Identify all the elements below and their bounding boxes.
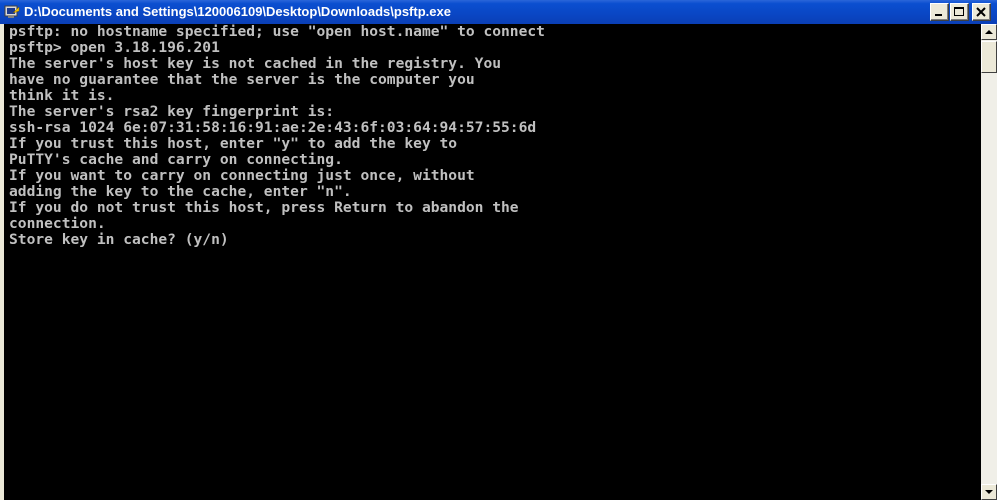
scroll-up-button[interactable] (981, 24, 997, 40)
maximize-icon (954, 7, 964, 16)
console-line: The server's rsa2 key fingerprint is: (9, 103, 335, 120)
console-app-icon[interactable] (4, 4, 20, 20)
minimize-icon (935, 14, 942, 16)
console-line: If you trust this host, enter "y" to add… (9, 135, 458, 152)
window-title: D:\Documents and Settings\120006109\Desk… (24, 4, 451, 19)
console-line: The server's host key is not cached in t… (9, 55, 502, 72)
console-line: psftp: no hostname specified; use "open … (9, 24, 545, 40)
close-icon (976, 7, 986, 17)
title-bar[interactable]: D:\Documents and Settings\120006109\Desk… (0, 0, 997, 24)
console-line: have no guarantee that the server is the… (9, 71, 475, 88)
scroll-down-button[interactable] (981, 484, 997, 500)
arrow-up-icon (985, 30, 993, 34)
console-line: If you want to carry on connecting just … (9, 167, 475, 184)
psftp-console-window: D:\Documents and Settings\120006109\Desk… (0, 0, 997, 500)
maximize-button[interactable] (950, 3, 969, 21)
arrow-down-icon (985, 490, 993, 494)
console-line: think it is. (9, 87, 115, 104)
scrollbar-thumb[interactable] (981, 41, 997, 73)
minimize-button[interactable] (930, 3, 949, 21)
console-line: psftp> open 3.18.196.201 (9, 39, 220, 56)
vertical-scrollbar[interactable] (981, 24, 997, 500)
console-line: If you do not trust this host, press Ret… (9, 199, 519, 216)
close-button[interactable] (972, 3, 991, 21)
console-line: PuTTY's cache and carry on connecting. (9, 151, 343, 168)
console-line: ssh-rsa 1024 6e:07:31:58:16:91:ae:2e:43:… (9, 119, 537, 136)
console-line: connection. (9, 215, 106, 232)
console-line: adding the key to the cache, enter "n". (9, 183, 352, 200)
console-line: Store key in cache? (y/n) (9, 231, 229, 248)
console-output[interactable]: psftp: no hostname specified; use "open … (4, 24, 981, 500)
